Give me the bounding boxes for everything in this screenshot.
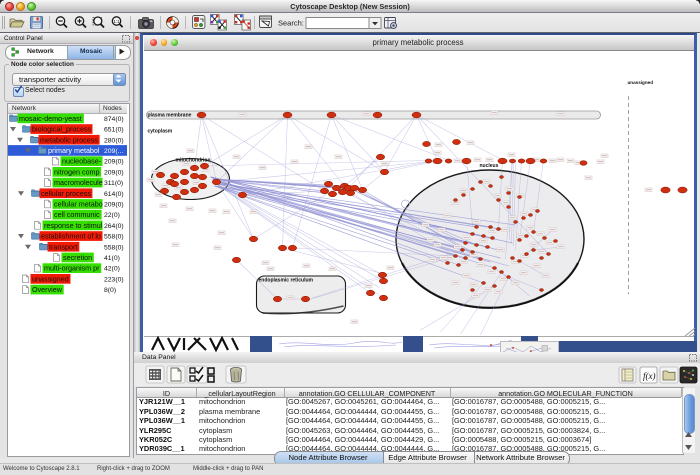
svg-text:primary metabol: primary metabol: [48, 146, 100, 155]
svg-text:209(0): 209(0): [104, 169, 124, 176]
svg-text:response to stimul: response to stimul: [44, 221, 103, 230]
svg-text:cellular metabo: cellular metabo: [54, 200, 103, 209]
svg-text:unassigned: unassigned: [32, 274, 69, 283]
svg-text:558(0): 558(0): [104, 244, 124, 251]
svg-text:mitochondrion: mitochondrion: [175, 158, 210, 164]
svg-text:establishment of lo: establishment of lo: [41, 232, 101, 241]
svg-text:1:1: 1:1: [113, 19, 120, 24]
svg-text:209(0): 209(0): [104, 202, 124, 209]
svg-text:42(0): 42(0): [104, 266, 120, 273]
svg-text:311(0): 311(0): [104, 180, 123, 187]
svg-text:651(0): 651(0): [104, 127, 124, 134]
svg-text:nitrogen comp: nitrogen comp: [54, 167, 100, 176]
svg-text:biological_process: biological_process: [32, 125, 92, 134]
svg-text:209(...: 209(...: [104, 148, 123, 155]
svg-text:mosaic-demo-yeast: mosaic-demo-yeast: [19, 114, 82, 123]
svg-text:secretion: secretion: [63, 253, 92, 262]
svg-text:280(0): 280(0): [104, 137, 124, 144]
svg-text:nucleobase-: nucleobase-: [62, 157, 102, 166]
svg-text:f(x): f(x): [643, 371, 656, 381]
svg-text:transport: transport: [49, 242, 77, 251]
svg-text:nucleus: nucleus: [479, 163, 498, 169]
svg-text:558(0): 558(0): [104, 234, 124, 241]
svg-text:cytoplasm: cytoplasm: [147, 129, 172, 135]
svg-text:Overview: Overview: [32, 285, 63, 294]
svg-text:endoplasmic reticulum: endoplasmic reticulum: [258, 278, 313, 284]
svg-text:plasma membrane: plasma membrane: [147, 113, 191, 119]
svg-text:41(0): 41(0): [104, 255, 120, 262]
svg-text:macromolecule: macromolecule: [54, 178, 103, 187]
svg-text:cell communic: cell communic: [54, 210, 100, 219]
svg-text:cellular process: cellular process: [41, 189, 91, 198]
svg-text:223(0): 223(0): [104, 276, 124, 283]
svg-text:22(0): 22(0): [104, 212, 120, 219]
svg-text:8(0): 8(0): [104, 287, 116, 294]
svg-text:209(0): 209(0): [104, 159, 124, 166]
svg-text:264(0): 264(0): [104, 223, 124, 230]
svg-text:Search:: Search:: [278, 19, 304, 28]
svg-text:614(0): 614(0): [104, 191, 124, 198]
svg-text:multi-organism pr: multi-organism pr: [44, 264, 100, 273]
svg-text:unassigned: unassigned: [627, 80, 653, 85]
svg-text:metabolic process: metabolic process: [40, 135, 98, 144]
svg-text:874(0): 874(0): [104, 116, 124, 123]
